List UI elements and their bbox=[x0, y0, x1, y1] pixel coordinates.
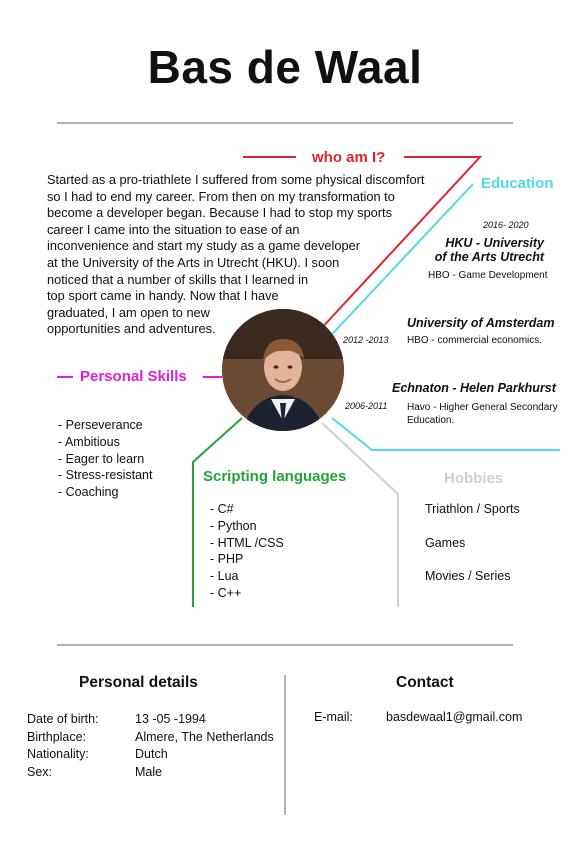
intro-line: at the University of the Arts in Utrecht… bbox=[47, 254, 340, 270]
hobby-item: Movies / Series bbox=[425, 569, 511, 583]
email-link[interactable]: basdewaal1@gmail.com bbox=[386, 709, 522, 727]
intro-line: inconvenience and start my study as a ga… bbox=[47, 238, 360, 254]
list-item: - Coaching bbox=[58, 485, 119, 500]
education-detail-line: Havo - Higher General Secondary bbox=[407, 402, 558, 413]
section-who-am-i: who am I? bbox=[312, 149, 386, 166]
list-item: - Lua bbox=[210, 569, 239, 584]
list-item: - HTML /CSS bbox=[210, 535, 284, 550]
detail-value: Male bbox=[135, 764, 163, 779]
education-year: 2016- 2020 bbox=[483, 220, 529, 230]
detail-value: Dutch bbox=[135, 747, 168, 761]
name-heading: Bas de Waal bbox=[147, 41, 423, 93]
section-personal-skills: Personal Skills bbox=[80, 368, 187, 385]
skills-list: - Perseverance - Ambitious - Eager to le… bbox=[58, 417, 152, 501]
section-scripting-languages: Scripting languages bbox=[203, 468, 347, 485]
list-item: - C# bbox=[210, 502, 234, 516]
intro-line: career I came into the situation to ease… bbox=[47, 221, 300, 237]
detail-label: Nationality: bbox=[27, 747, 89, 761]
education-detail: HBO - commercial economics. bbox=[407, 335, 543, 346]
intro-paragraph: Started as a pro-triathlete I suffered f… bbox=[47, 172, 447, 338]
education-year: 2006-2011 bbox=[345, 401, 388, 411]
contact-heading: Contact bbox=[396, 674, 454, 691]
list-item: - Eager to learn bbox=[58, 451, 145, 466]
languages-list: - C# - Python - HTML /CSS - PHP - Lua - … bbox=[210, 501, 284, 602]
personal-details-values: 13 -05 -1994 Almere, The Netherlands Dut… bbox=[135, 711, 274, 781]
detail-label: Birthplace: bbox=[27, 729, 87, 744]
list-item: - PHP bbox=[210, 552, 244, 567]
detail-value: 13 -05 -1994 bbox=[135, 712, 206, 726]
education-detail-line: Education. bbox=[407, 415, 455, 426]
detail-label: Date of birth: bbox=[27, 712, 99, 726]
intro-line: Started as a pro-triathlete I suffered f… bbox=[47, 172, 425, 187]
education-title: Echnaton - Helen Parkhurst bbox=[392, 381, 556, 395]
list-item: - Stress-resistant bbox=[58, 468, 153, 483]
education-title-line: HKU - University bbox=[445, 236, 544, 250]
section-hobbies: Hobbies bbox=[444, 470, 504, 487]
intro-line: graduated, I am open to new bbox=[47, 304, 210, 320]
intro-line: noticed that a number of skills that I l… bbox=[47, 271, 309, 287]
personal-details-heading: Personal details bbox=[79, 674, 198, 691]
list-item: - Python bbox=[210, 518, 257, 533]
hobby-item: Triathlon / Sports bbox=[425, 502, 520, 516]
list-item: - C++ bbox=[210, 585, 242, 600]
list-item: - Perseverance bbox=[58, 418, 143, 432]
profile-photo bbox=[222, 309, 344, 431]
intro-line: top sport came in handy. Now that I have bbox=[47, 288, 279, 304]
personal-details-labels: Date of birth: Birthplace: Nationality: … bbox=[27, 711, 99, 781]
intro-line: become a developer began. Because I had … bbox=[47, 205, 393, 221]
education-title: University of Amsterdam bbox=[407, 316, 555, 330]
education-title-line: of the Arts Utrecht bbox=[434, 250, 544, 264]
education-title: HKU - University of the Arts Utrecht bbox=[420, 236, 544, 264]
detail-label: Sex: bbox=[27, 764, 53, 779]
detail-value: Almere, The Netherlands bbox=[135, 729, 274, 744]
education-detail: Havo - Higher General Secondary Educatio… bbox=[407, 401, 558, 427]
education-detail: HBO - Game Development bbox=[428, 270, 548, 281]
hobby-item: Games bbox=[425, 536, 466, 550]
education-year: 2012 -2013 bbox=[343, 335, 389, 345]
section-education: Education bbox=[481, 175, 554, 192]
email-label: E-mail: bbox=[314, 710, 353, 724]
intro-line: so I had to end my career. From then on … bbox=[47, 188, 395, 204]
list-item: - Ambitious bbox=[58, 434, 120, 449]
